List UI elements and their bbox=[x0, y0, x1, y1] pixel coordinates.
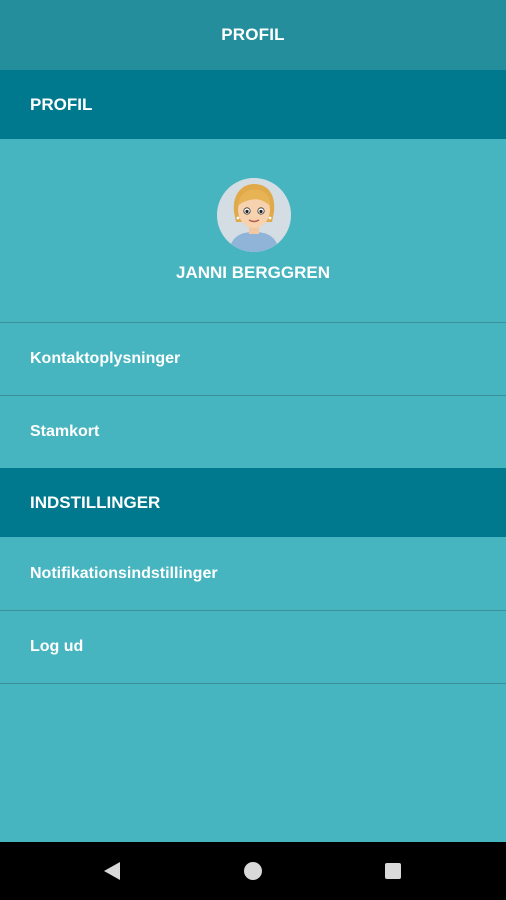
nav-recents-button[interactable] bbox=[363, 842, 423, 900]
menu-item-notification-settings[interactable]: Notifikationsindstillinger bbox=[0, 538, 506, 610]
menu-item-stamkort[interactable]: Stamkort bbox=[0, 396, 506, 468]
profile-name: JANNI BERGGREN bbox=[176, 263, 330, 282]
menu-item-logout[interactable]: Log ud bbox=[0, 611, 506, 683]
nav-back-button[interactable] bbox=[82, 842, 142, 900]
menu-item-contact-info[interactable]: Kontaktoplysninger bbox=[0, 323, 506, 395]
system-nav-bar bbox=[0, 842, 506, 900]
divider bbox=[0, 683, 506, 684]
home-circle-icon bbox=[244, 862, 262, 880]
avatar[interactable] bbox=[217, 178, 291, 252]
app-bar-title: PROFIL bbox=[221, 25, 285, 44]
profile-card: JANNI BERGGREN bbox=[0, 138, 506, 323]
section-header-profile: PROFIL bbox=[0, 70, 506, 139]
menu-item-contact-info-label: Kontaktoplysninger bbox=[30, 350, 181, 367]
back-triangle-icon bbox=[104, 862, 120, 880]
section-header-profile-label: PROFIL bbox=[30, 94, 93, 114]
section-header-settings: INDSTILLINGER bbox=[0, 468, 506, 537]
nav-home-button[interactable] bbox=[223, 842, 283, 900]
menu-item-notification-settings-label: Notifikationsindstillinger bbox=[30, 565, 218, 582]
menu-item-logout-label: Log ud bbox=[30, 638, 84, 655]
menu-item-stamkort-label: Stamkort bbox=[30, 423, 100, 440]
recents-square-icon bbox=[385, 863, 401, 879]
avatar-illustration-icon bbox=[217, 178, 291, 252]
app-bar: PROFIL bbox=[0, 0, 506, 70]
section-header-settings-label: INDSTILLINGER bbox=[30, 492, 161, 512]
